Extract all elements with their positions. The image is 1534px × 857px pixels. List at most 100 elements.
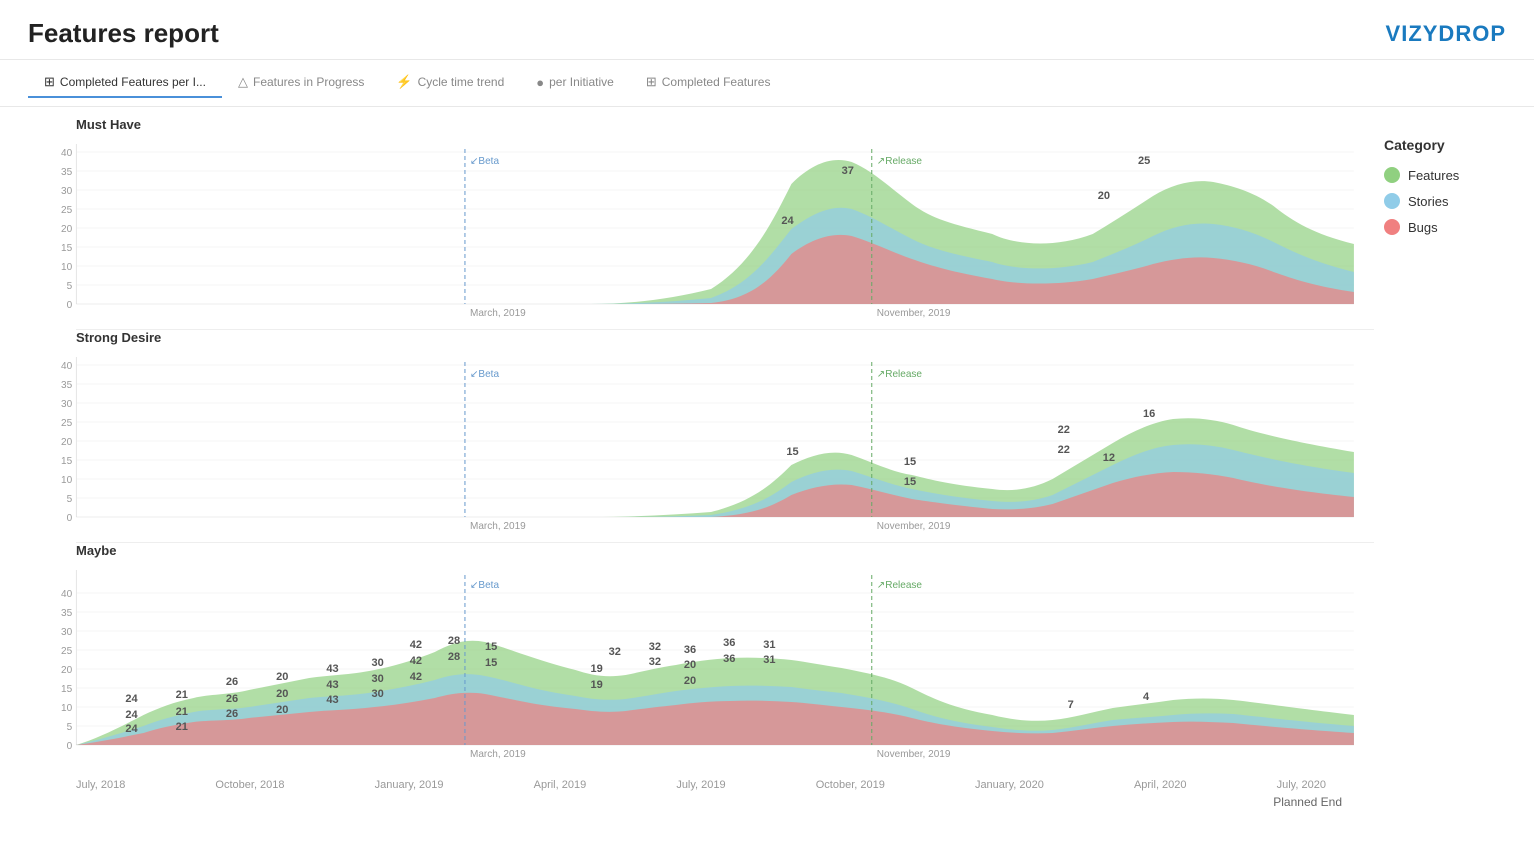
svg-text:32: 32: [609, 646, 621, 658]
svg-text:31: 31: [763, 654, 775, 666]
page-title: Features report: [28, 18, 219, 49]
tab-features-in-progress[interactable]: △ Features in Progress: [222, 68, 380, 98]
chart-maybe: 0 5 10 15 20 25 30 35 40: [28, 560, 1374, 775]
svg-text:42: 42: [410, 655, 422, 667]
svg-text:0: 0: [67, 513, 73, 524]
x-label-2: January, 2019: [375, 779, 444, 791]
legend-item-bugs: Bugs: [1384, 219, 1514, 235]
section-label-strong-desire: Strong Desire: [28, 330, 1374, 345]
svg-text:24: 24: [125, 723, 138, 735]
svg-text:15: 15: [485, 641, 497, 653]
svg-text:↙Beta: ↙Beta: [470, 156, 499, 167]
tab-label-4: Completed Features: [662, 75, 771, 89]
svg-text:22: 22: [1058, 424, 1070, 436]
svg-text:35: 35: [61, 167, 73, 178]
svg-text:43: 43: [326, 679, 338, 691]
svg-text:32: 32: [649, 641, 661, 653]
legend-item-stories: Stories: [1384, 193, 1514, 209]
tab-completed-features-per-i[interactable]: ⊞ Completed Features per I...: [28, 68, 222, 98]
svg-text:20: 20: [1098, 190, 1110, 202]
x-label-1: October, 2018: [215, 779, 284, 791]
section-maybe: Maybe 0 5 10 15 20 25 30 35 40: [28, 543, 1374, 775]
svg-text:30: 30: [372, 657, 384, 669]
x-label-5: October, 2019: [816, 779, 885, 791]
svg-text:20: 20: [276, 688, 288, 700]
svg-text:March, 2019: March, 2019: [470, 749, 526, 760]
svg-text:5: 5: [67, 722, 73, 733]
tab-label-1: Features in Progress: [253, 75, 364, 89]
svg-text:7: 7: [1068, 699, 1074, 711]
svg-text:20: 20: [61, 437, 73, 448]
svg-text:42: 42: [410, 639, 422, 651]
svg-text:20: 20: [684, 675, 696, 687]
svg-text:20: 20: [276, 671, 288, 683]
legend-dot-stories: [1384, 193, 1400, 209]
svg-text:10: 10: [61, 703, 73, 714]
svg-text:↙Beta: ↙Beta: [470, 580, 499, 591]
svg-text:24: 24: [125, 709, 138, 721]
svg-text:40: 40: [61, 361, 73, 372]
planned-end-label: Planned End: [28, 795, 1374, 809]
svg-text:30: 30: [372, 673, 384, 685]
legend-label-stories: Stories: [1408, 194, 1448, 209]
tab-completed-features[interactable]: ⊞ Completed Features: [630, 68, 787, 98]
svg-text:↙Beta: ↙Beta: [470, 369, 499, 380]
svg-text:30: 30: [61, 399, 73, 410]
tab-per-initiative[interactable]: ● per Initiative: [520, 69, 630, 98]
main-content: Must Have 0 5 10 15 20 25 30 35 40: [0, 107, 1534, 819]
legend: Category Features Stories Bugs: [1374, 117, 1534, 809]
x-label-0: July, 2018: [76, 779, 125, 791]
x-label-6: January, 2020: [975, 779, 1044, 791]
svg-text:36: 36: [723, 637, 735, 649]
svg-text:24: 24: [781, 215, 794, 227]
tab-bar: ⊞ Completed Features per I... △ Features…: [0, 60, 1534, 107]
section-strong-desire: Strong Desire 0 5 10 15 20 25 30 35 40: [28, 330, 1374, 542]
legend-label-features: Features: [1408, 168, 1459, 183]
svg-text:19: 19: [591, 663, 603, 675]
svg-text:28: 28: [448, 635, 460, 647]
tab-icon-4: ⊞: [646, 74, 657, 90]
svg-text:15: 15: [61, 684, 73, 695]
svg-text:22: 22: [1058, 444, 1070, 456]
svg-text:10: 10: [61, 475, 73, 486]
svg-text:26: 26: [226, 676, 238, 688]
tab-label-3: per Initiative: [549, 75, 614, 89]
svg-text:November, 2019: November, 2019: [877, 521, 951, 532]
legend-dot-features: [1384, 167, 1400, 183]
svg-text:36: 36: [723, 653, 735, 665]
svg-text:20: 20: [61, 665, 73, 676]
tab-label-0: Completed Features per I...: [60, 75, 206, 89]
svg-text:15: 15: [904, 476, 916, 488]
svg-text:15: 15: [61, 243, 73, 254]
svg-text:31: 31: [763, 639, 775, 651]
svg-text:21: 21: [176, 706, 188, 718]
tab-cycle-time-trend[interactable]: ⚡ Cycle time trend: [380, 68, 520, 98]
svg-text:40: 40: [61, 589, 73, 600]
svg-text:43: 43: [326, 663, 338, 675]
charts-area: Must Have 0 5 10 15 20 25 30 35 40: [28, 117, 1374, 809]
svg-text:28: 28: [448, 651, 460, 663]
svg-text:32: 32: [649, 656, 661, 668]
legend-title: Category: [1384, 137, 1514, 153]
svg-text:0: 0: [67, 300, 73, 311]
svg-text:26: 26: [226, 708, 238, 720]
legend-dot-bugs: [1384, 219, 1400, 235]
legend-label-bugs: Bugs: [1408, 220, 1438, 235]
x-label-3: April, 2019: [534, 779, 587, 791]
section-label-must-have: Must Have: [28, 117, 1374, 132]
svg-text:19: 19: [591, 679, 603, 691]
svg-text:42: 42: [410, 671, 422, 683]
header: Features report VIZYDROP: [0, 0, 1534, 60]
x-label-8: July, 2020: [1277, 779, 1326, 791]
svg-text:36: 36: [684, 644, 696, 656]
chart-must-have: 0 5 10 15 20 25 30 35 40: [28, 134, 1374, 329]
svg-text:26: 26: [226, 693, 238, 705]
svg-text:March, 2019: March, 2019: [470, 521, 526, 532]
svg-text:25: 25: [61, 646, 73, 657]
svg-text:March, 2019: March, 2019: [470, 308, 526, 319]
chart-strong-desire: 0 5 10 15 20 25 30 35 40: [28, 347, 1374, 542]
svg-text:10: 10: [61, 262, 73, 273]
tab-icon-3: ●: [536, 75, 544, 90]
svg-text:15: 15: [61, 456, 73, 467]
svg-text:15: 15: [485, 657, 497, 669]
